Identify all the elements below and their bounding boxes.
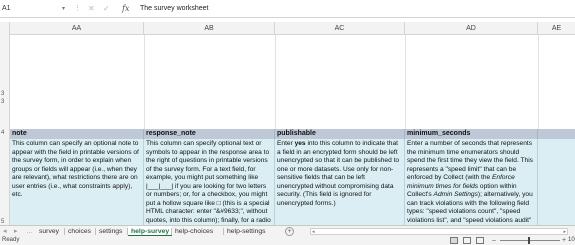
cell-note-header[interactable]: note [10,129,144,139]
scroll-left-icon[interactable]: ◂ [312,229,315,235]
row-headers: 3 3 4 5 [0,35,10,245]
cell-response-note-header[interactable]: response_note [144,129,275,139]
zoom-slider-thumb[interactable] [528,237,530,244]
status-text: Ready [2,237,20,243]
header-row: note response_note publishable minimum_s… [10,129,575,139]
column-header-aa[interactable]: AA [10,22,144,35]
cell-text-italic: Admin Settings [433,191,478,198]
name-box[interactable]: A1 [0,3,60,15]
formula-bar-content[interactable]: The survey worksheet [140,3,208,15]
column-header-ae[interactable]: AE [538,22,575,35]
cancel-icon[interactable]: ✕ [88,3,95,15]
zoom-in-icon[interactable]: + [562,236,566,245]
cell-text-bold: yes [294,140,306,147]
cell-ae-header[interactable] [538,129,575,139]
add-sheet-icon[interactable]: + [285,227,294,236]
column-header-ac[interactable]: AC [275,22,405,35]
column-headers: AA AB AC AD AE [0,22,575,35]
column-header-ad[interactable]: AD [405,22,538,35]
column-header-ab[interactable]: AB [144,22,275,35]
cell-minimum-seconds-header[interactable]: minimum_seconds [405,129,538,139]
page-layout-view-icon[interactable] [463,237,471,244]
cell-text: This column can specify an optional note… [12,140,139,198]
cell-text: Enter [277,140,295,147]
zoom-slider[interactable] [500,240,560,241]
row-header[interactable]: 3 [0,98,10,106]
formula-bar: A1 ▾ ⋮ ✕ ✓ fx The survey worksheet [0,0,575,18]
zoom-level[interactable]: 100 [568,236,575,245]
insert-function-icon[interactable]: fx [122,2,129,14]
row-header[interactable]: 4 [0,129,10,137]
select-all-corner[interactable] [0,22,10,35]
status-bar: Ready – + 100 [0,236,575,245]
horizontal-scrollbar[interactable]: ◂ ▸ [310,228,568,235]
cell-text: into this column to indicate that a fiel… [277,140,400,207]
formula-bar-grip-icon[interactable]: ⋮ [74,3,81,15]
name-box-dropdown-icon[interactable]: ▾ [62,3,65,15]
sheet-tabs-bar: ◂ ▸ … survey choices settings help-surve… [0,225,575,237]
enter-check-icon[interactable]: ✓ [103,3,110,15]
page-break-view-icon[interactable] [476,237,484,244]
cell-publishable-header[interactable]: publishable [275,129,405,139]
empty-cells-area[interactable] [10,35,575,129]
normal-view-icon[interactable] [450,237,458,244]
scroll-right-icon[interactable]: ▸ [563,229,566,235]
zoom-out-icon[interactable]: – [492,236,496,245]
cell-text: This column can specify optional text or… [146,140,271,232]
row-header[interactable]: 3 [0,90,10,98]
